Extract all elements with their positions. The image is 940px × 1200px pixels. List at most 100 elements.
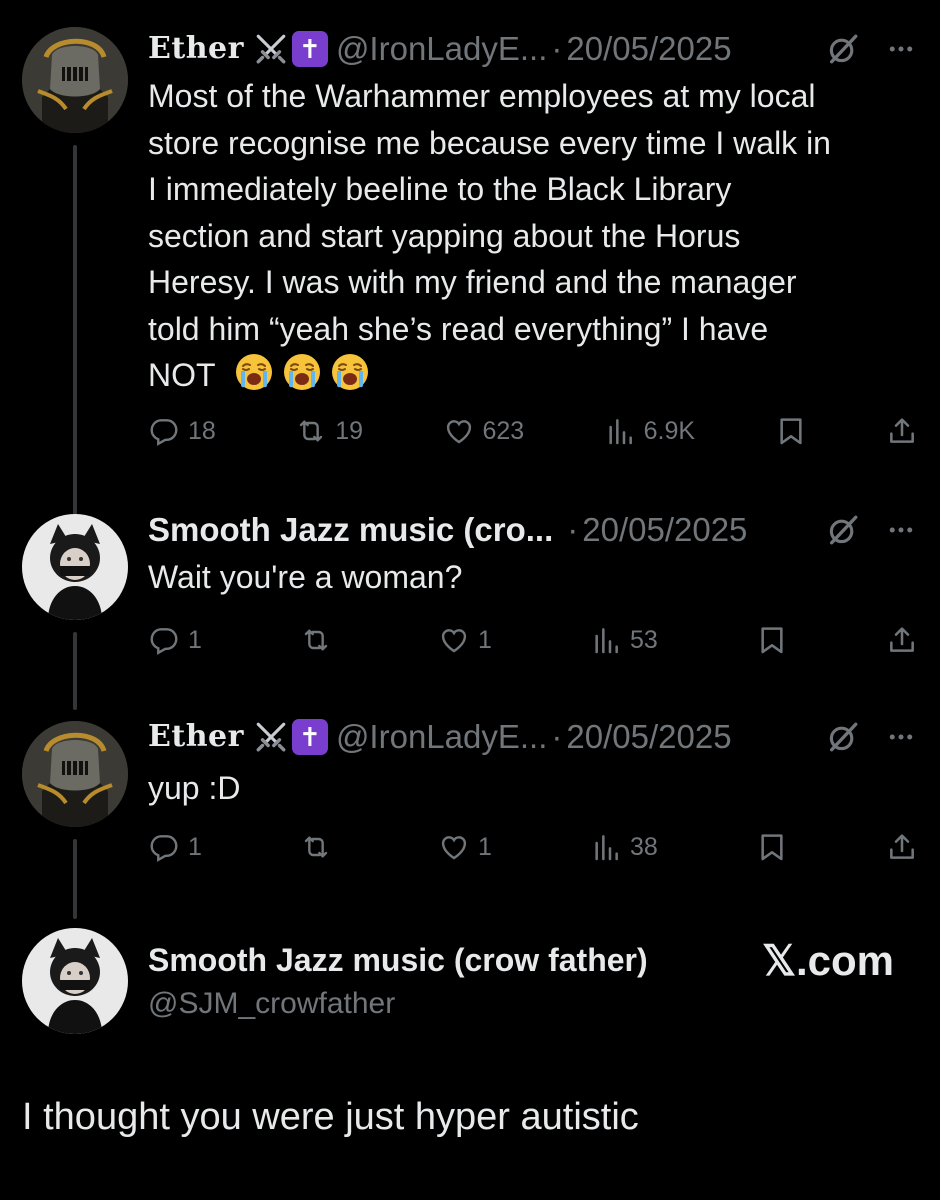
- like-button[interactable]: 1: [438, 624, 492, 656]
- grok-icon[interactable]: [826, 720, 860, 754]
- separator: ·: [551, 718, 563, 755]
- tweet-header-actions: [826, 27, 916, 71]
- display-name[interactable]: Smooth Jazz music (cro...: [148, 508, 553, 552]
- repost-button[interactable]: [300, 831, 340, 863]
- reply-button[interactable]: 18: [148, 415, 216, 447]
- tweet-header: Ether ✝ @IronLadyE... · 20/05/2025: [148, 715, 732, 759]
- tweet-text-line: I immediately beeline to the Black Libra…: [148, 171, 732, 207]
- repost-icon: [300, 831, 332, 863]
- more-icon[interactable]: [886, 34, 916, 64]
- handle[interactable]: @SJM_crowfather: [148, 982, 648, 1026]
- tweet-actions: 1 1 53: [148, 620, 918, 660]
- repost-button[interactable]: 19: [295, 415, 363, 447]
- views-icon: [604, 415, 636, 447]
- views-icon: [590, 831, 622, 863]
- separator: ·: [551, 30, 563, 67]
- tweet-text-line: section and start yapping about the Horu…: [148, 217, 741, 254]
- views-button[interactable]: 38: [590, 831, 658, 863]
- repost-count: 19: [335, 416, 364, 445]
- share-button[interactable]: [886, 624, 918, 656]
- loudly-crying-face-icon: [330, 352, 370, 392]
- view-count: 38: [630, 832, 658, 861]
- like-button[interactable]: 1: [438, 831, 492, 863]
- reply-count: 1: [188, 625, 202, 654]
- reply-button[interactable]: 1: [148, 831, 202, 863]
- handle[interactable]: @IronLadyE...: [336, 27, 547, 71]
- tweet-text-line: store recognise me because every time I …: [148, 124, 831, 161]
- bookmark-icon: [756, 624, 788, 656]
- timestamp[interactable]: 20/05/2025: [566, 715, 731, 759]
- display-name[interactable]: Smooth Jazz music (crow father): [148, 938, 648, 982]
- tweet-actions: 18 19 623 6.9K: [148, 411, 918, 451]
- tweet-text-line: Heresy. I was with my friend and the man…: [148, 264, 797, 300]
- like-count: 623: [482, 416, 525, 445]
- views-icon: [590, 624, 622, 656]
- tweet-text-line: Most of the Warhammer employees at my lo…: [148, 78, 816, 114]
- tweet-header: Smooth Jazz music (cro... · 20/05/2025: [148, 508, 747, 552]
- share-button[interactable]: [886, 415, 918, 447]
- avatar[interactable]: [22, 27, 128, 133]
- bookmark-icon: [775, 415, 807, 447]
- crossed-swords-icon: [254, 720, 288, 754]
- avatar[interactable]: [22, 928, 128, 1034]
- views-button[interactable]: 6.9K: [604, 415, 695, 447]
- thread-line: [73, 839, 77, 919]
- display-name[interactable]: Ether: [148, 27, 244, 71]
- avatar[interactable]: [22, 514, 128, 620]
- tweet-text: yup :D: [148, 770, 241, 806]
- tweet-header: Ether ✝ @IronLadyE... · 20/05/2025: [148, 27, 732, 71]
- tweet-text-word: NOT: [148, 357, 215, 393]
- tweet-actions: 1 1 38: [148, 827, 918, 867]
- share-icon: [886, 831, 918, 863]
- tweet-text: Wait you're a woman?: [148, 559, 463, 595]
- tweet-text: Most of the Warhammer employees at my lo…: [148, 73, 831, 399]
- source-watermark: 𝕏.com: [762, 937, 894, 984]
- like-count: 1: [478, 832, 492, 861]
- tweet-text: I thought you were just hyper autistic: [22, 1096, 639, 1138]
- display-name[interactable]: Ether: [148, 715, 244, 759]
- more-icon[interactable]: [886, 722, 916, 752]
- tweet-header: Smooth Jazz music (crow father) @SJM_cro…: [148, 938, 648, 1026]
- tweet-header-actions: [826, 508, 916, 552]
- repost-icon: [300, 624, 332, 656]
- timestamp[interactable]: 20/05/2025: [566, 27, 731, 71]
- like-count: 1: [478, 625, 492, 654]
- latin-cross-icon: ✝: [291, 31, 328, 67]
- reply-icon: [148, 831, 180, 863]
- share-icon: [886, 415, 918, 447]
- handle[interactable]: @IronLadyE...: [336, 715, 547, 759]
- view-count: 6.9K: [643, 416, 696, 445]
- tweet-text-line: told him “yeah she’s read everything” I …: [148, 310, 769, 347]
- reply-count: 1: [188, 832, 202, 861]
- grok-icon[interactable]: [826, 32, 860, 66]
- view-count: 53: [630, 625, 658, 654]
- share-button[interactable]: [886, 831, 918, 863]
- more-icon[interactable]: [886, 515, 916, 545]
- thread-line: [73, 632, 77, 710]
- reply-icon: [148, 624, 180, 656]
- views-button[interactable]: 53: [590, 624, 658, 656]
- bookmark-button[interactable]: [756, 624, 788, 656]
- bookmark-button[interactable]: [775, 415, 807, 447]
- reply-count: 18: [188, 416, 216, 445]
- latin-cross-icon: ✝: [291, 719, 328, 755]
- thread-line: [73, 145, 77, 517]
- bookmark-icon: [756, 831, 788, 863]
- like-icon: [438, 831, 470, 863]
- grok-icon[interactable]: [826, 513, 860, 547]
- reply-icon: [148, 415, 180, 447]
- crossed-swords-icon: [254, 32, 288, 66]
- repost-button[interactable]: [300, 624, 340, 656]
- avatar[interactable]: [22, 721, 128, 827]
- like-icon: [443, 415, 475, 447]
- reply-button[interactable]: 1: [148, 624, 202, 656]
- loudly-crying-face-icon: [234, 352, 274, 392]
- like-button[interactable]: 623: [443, 415, 525, 447]
- loudly-crying-face-icon: [282, 352, 322, 392]
- tweet-text-line: NOT: [148, 352, 831, 399]
- bookmark-button[interactable]: [756, 831, 788, 863]
- timestamp[interactable]: 20/05/2025: [582, 508, 747, 552]
- tweet-header-actions: [826, 715, 916, 759]
- repost-icon: [295, 415, 327, 447]
- like-icon: [438, 624, 470, 656]
